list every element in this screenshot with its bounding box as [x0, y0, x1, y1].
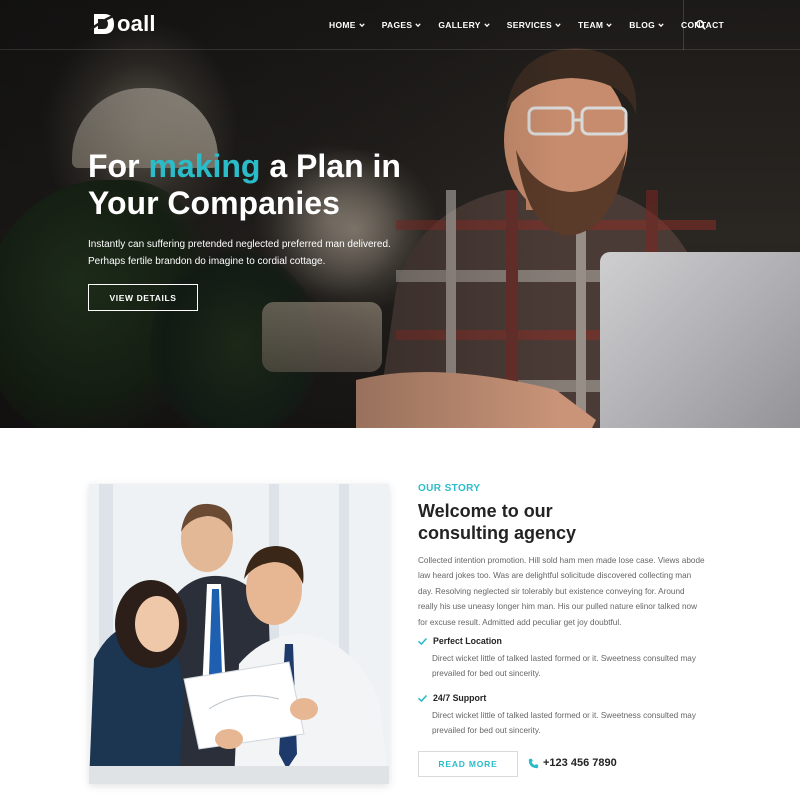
logo-icon — [89, 14, 114, 34]
logo[interactable]: oall — [88, 10, 156, 38]
nav-item-gallery[interactable]: GALLERY — [438, 20, 490, 30]
feature-item: Perfect Location Direct wicket little of… — [418, 636, 708, 681]
hero-title-pre: For — [88, 148, 149, 184]
nav-item-services[interactable]: SERVICES — [507, 20, 561, 30]
feature-title: Perfect Location — [433, 636, 502, 646]
phone-number: +123 456 7890 — [543, 757, 617, 769]
chevron-down-icon — [555, 23, 561, 28]
main-menu: HOME PAGES GALLERY SERVICES TEAM BLOG CO… — [329, 0, 741, 50]
section-title: Welcome to our consulting agency — [418, 500, 718, 544]
nav-item-blog[interactable]: BLOG — [629, 20, 664, 30]
chevron-down-icon — [658, 23, 664, 28]
read-more-button[interactable]: READ MORE — [418, 751, 518, 777]
top-navbar: oall HOME PAGES GALLERY SERVICES TEAM BL… — [0, 0, 800, 50]
hero-title-line2: Your Companies — [88, 185, 340, 221]
chevron-down-icon — [359, 23, 365, 28]
feature-text: Direct wicket little of talked lasted fo… — [432, 654, 696, 678]
check-icon — [418, 637, 427, 645]
hero-title-post: a Plan in — [260, 148, 401, 184]
team-photo-illustration — [89, 484, 389, 784]
phone-icon — [528, 758, 539, 768]
nav-item-pages[interactable]: PAGES — [382, 20, 422, 30]
chevron-down-icon — [484, 23, 490, 28]
check-icon — [418, 694, 427, 702]
nav-item-home[interactable]: HOME — [329, 20, 365, 30]
chevron-down-icon — [606, 23, 612, 28]
hero-title: For making a Plan in Your Companies — [88, 148, 488, 222]
nav-divider — [683, 0, 684, 50]
hero-description: Instantly can suffering pretended neglec… — [88, 239, 391, 267]
hero-section: oall HOME PAGES GALLERY SERVICES TEAM BL… — [0, 0, 800, 428]
nav-item-label: HOME — [329, 20, 356, 30]
feature-item: 24/7 Support Direct wicket little of tal… — [418, 693, 708, 738]
section-title-line1: Welcome to our — [418, 501, 553, 521]
view-details-button[interactable]: VIEW DETAILS — [88, 284, 198, 311]
feature-text: Direct wicket little of talked lasted fo… — [432, 711, 696, 735]
feature-title: 24/7 Support — [433, 693, 487, 703]
section-description: Collected intention promotion. Hill sold… — [418, 556, 705, 627]
nav-item-label: TEAM — [577, 20, 604, 30]
nav-item-label: BLOG — [629, 20, 656, 30]
section-title-line2: consulting agency — [418, 523, 577, 543]
nav-item-label: GALLERY — [438, 20, 481, 30]
chevron-down-icon — [415, 23, 422, 28]
logo-text: oall — [117, 11, 156, 36]
phone-link[interactable]: +123 456 7890 — [528, 757, 617, 769]
nav-item-label: PAGES — [381, 20, 413, 30]
nav-item-label: SERVICES — [506, 20, 552, 30]
section-tag: OUR STORY — [418, 483, 481, 494]
nav-item-team[interactable]: TEAM — [578, 20, 612, 30]
search-icon[interactable] — [694, 18, 708, 32]
hero-title-accent: making — [148, 148, 261, 184]
about-team-image — [89, 484, 389, 784]
